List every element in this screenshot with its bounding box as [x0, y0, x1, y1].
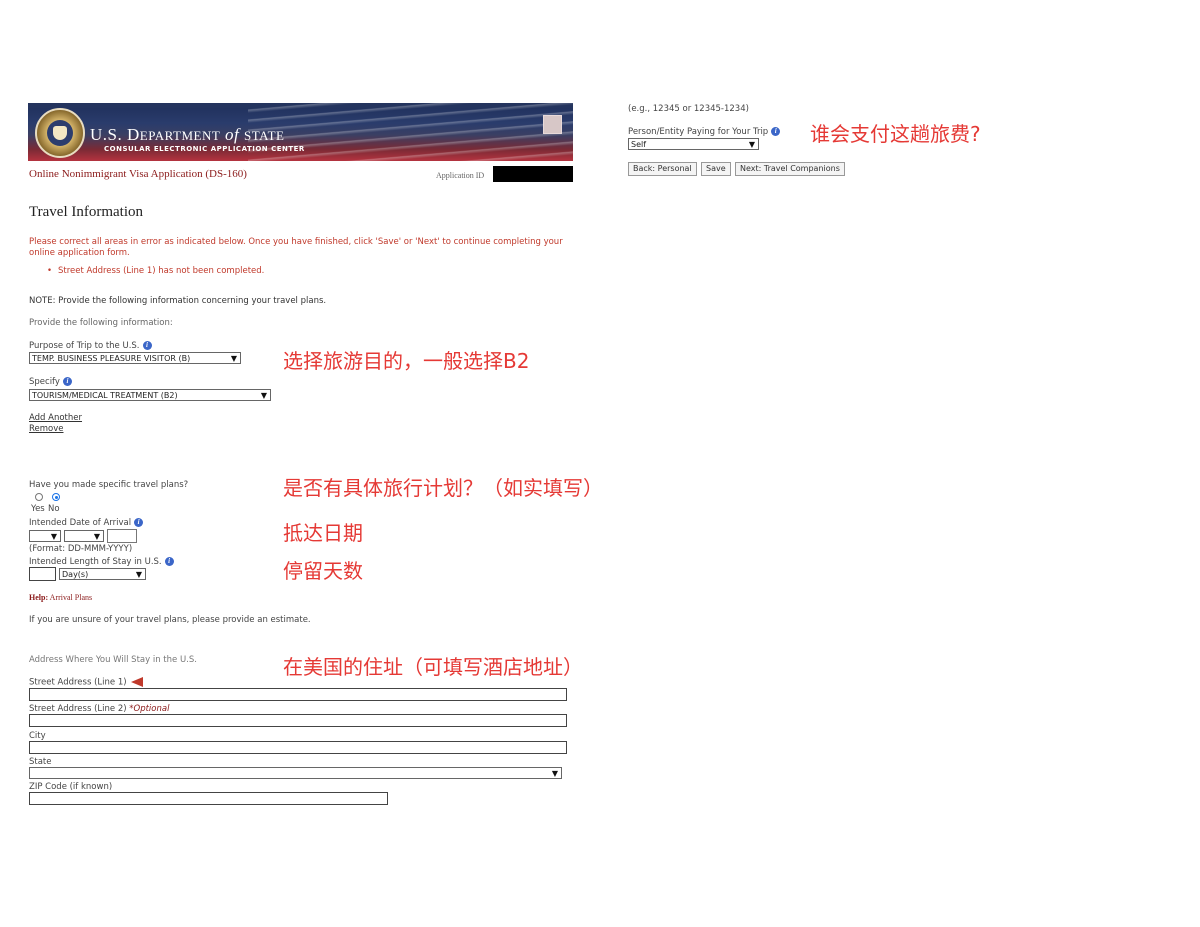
travel-plans-label: Have you made specific travel plans?: [29, 480, 189, 490]
annotation-arrival: 抵达日期: [283, 521, 363, 545]
annotation-address: 在美国的住址（可填写酒店地址）: [283, 655, 583, 679]
save-button[interactable]: Save: [701, 162, 731, 176]
specify-select[interactable]: TOURISM/MEDICAL TREATMENT (B2) ▼: [29, 389, 271, 401]
zip-format-hint: (e.g., 12345 or 12345-1234): [628, 104, 749, 114]
arrival-year-input[interactable]: [107, 529, 137, 543]
street2-input[interactable]: [29, 714, 567, 727]
chevron-down-icon: ▼: [230, 354, 237, 363]
chevron-down-icon: ▼: [260, 391, 267, 400]
city-label: City: [29, 731, 46, 741]
specify-label: Specify i: [29, 377, 72, 387]
stay-unit-select[interactable]: Day(s) ▼: [59, 568, 146, 580]
error-arrow-icon: [130, 677, 143, 687]
help-text: If you are unsure of your travel plans, …: [29, 615, 311, 625]
header-banner: U.S. DEPARTMENT of STATE CONSULAR ELECTR…: [28, 103, 573, 161]
zip-label: ZIP Code (if known): [29, 782, 113, 792]
street1-input[interactable]: [29, 688, 567, 701]
state-seal-icon: [35, 108, 85, 158]
annotation-purpose: 选择旅游目的，一般选择B2: [283, 349, 530, 373]
zip-input[interactable]: [29, 792, 388, 805]
application-id-redacted: [493, 166, 573, 182]
error-message: Please correct all areas in error as ind…: [29, 237, 563, 258]
length-of-stay-label: Intended Length of Stay in U.S. i: [29, 557, 174, 567]
add-another-link[interactable]: Add Another: [29, 413, 82, 423]
info-icon[interactable]: i: [771, 127, 781, 136]
banner-corner-box: [543, 115, 562, 134]
info-icon[interactable]: i: [164, 557, 174, 566]
plans-yes-label: Yes: [31, 504, 45, 514]
arrival-date-label: Intended Date of Arrival i: [29, 518, 144, 528]
next-travel-companions-button[interactable]: Next: Travel Companions: [735, 162, 845, 176]
arrival-month-select[interactable]: ▼: [64, 530, 104, 542]
date-format-hint: (Format: DD-MMM-YYYY): [29, 544, 133, 554]
plans-no-label: No: [48, 504, 60, 514]
remove-link[interactable]: Remove: [29, 424, 64, 434]
ceac-subtitle: CONSULAR ELECTRONIC APPLICATION CENTER: [104, 145, 305, 153]
state-select[interactable]: ▼: [29, 767, 562, 779]
purpose-label: Purpose of Trip to the U.S. i: [29, 341, 152, 351]
city-input[interactable]: [29, 741, 567, 754]
chevron-down-icon: ▼: [748, 140, 755, 149]
street2-label: Street Address (Line 2) *Optional: [29, 704, 170, 714]
provide-info-label: Provide the following information:: [29, 318, 173, 328]
annotation-plans: 是否有具体旅行计划？（如实填写）: [283, 476, 603, 500]
purpose-select[interactable]: TEMP. BUSINESS PLEASURE VISITOR (B) ▼: [29, 352, 241, 364]
travel-note: NOTE: Provide the following information …: [29, 296, 327, 306]
application-id-label: Application ID: [436, 171, 485, 180]
plans-no-radio[interactable]: [52, 493, 60, 501]
chevron-down-icon: ▼: [551, 769, 558, 778]
info-icon[interactable]: i: [142, 341, 152, 350]
error-item: Street Address (Line 1) has not been com…: [47, 266, 264, 276]
chevron-down-icon: ▼: [135, 570, 142, 579]
page-title: Travel Information: [29, 204, 144, 220]
annotation-payer: 谁会支付这趟旅费?: [810, 122, 981, 146]
stay-length-input[interactable]: [29, 567, 56, 581]
state-label: State: [29, 757, 52, 767]
chevron-down-icon: ▼: [93, 532, 100, 541]
department-title: U.S. DEPARTMENT of STATE: [90, 125, 285, 144]
arrival-day-select[interactable]: ▼: [29, 530, 61, 542]
street1-label: Street Address (Line 1): [29, 677, 143, 688]
chevron-down-icon: ▼: [50, 532, 57, 541]
info-icon[interactable]: i: [134, 518, 144, 527]
form-title: Online Nonimmigrant Visa Application (DS…: [29, 168, 247, 180]
help-arrival-plans[interactable]: Help: Arrival Plans: [29, 593, 92, 602]
address-section-label: Address Where You Will Stay in the U.S.: [29, 655, 197, 665]
back-personal-button[interactable]: Back: Personal: [628, 162, 697, 176]
payer-select[interactable]: Self ▼: [628, 138, 759, 150]
plans-yes-radio[interactable]: [35, 493, 43, 501]
info-icon[interactable]: i: [62, 377, 72, 386]
annotation-stay: 停留天数: [283, 559, 363, 583]
payer-label: Person/Entity Paying for Your Trip i: [628, 127, 781, 137]
